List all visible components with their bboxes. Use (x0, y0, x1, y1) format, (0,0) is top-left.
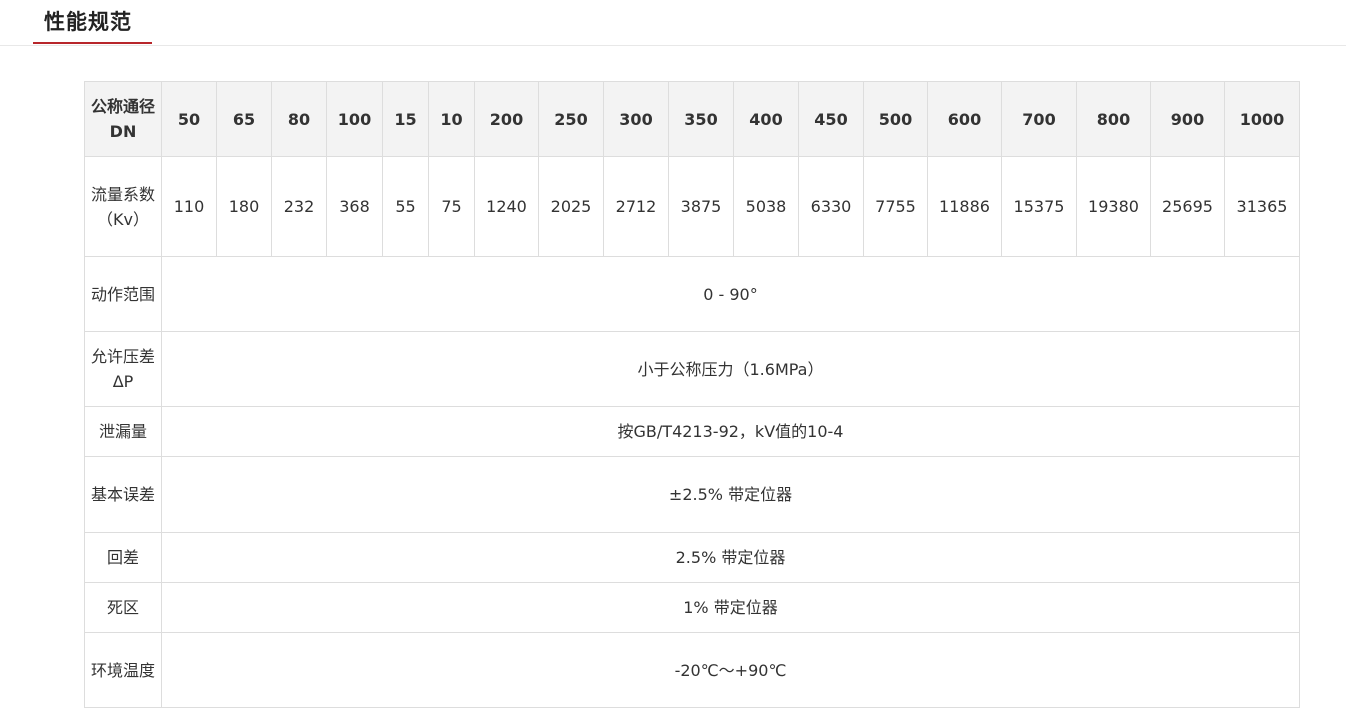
dn-cell: 50 (161, 81, 217, 157)
dn-cell: 10 (428, 81, 475, 157)
ambient-temp-row: 环境温度 -20℃～+90℃ (84, 632, 1300, 708)
dn-cell: 100 (326, 81, 383, 157)
section-title: 性能规范 (44, 10, 132, 34)
hysteresis-label: 回差 (84, 532, 162, 583)
leakage-label: 泄漏量 (84, 406, 162, 457)
title-underline (33, 42, 152, 44)
kv-cell: 75 (428, 156, 475, 257)
hysteresis-row: 回差 2.5% 带定位器 (84, 532, 1300, 583)
dn-cell: 500 (863, 81, 928, 157)
kv-cell: 2025 (538, 156, 604, 257)
basic-error-label: 基本误差 (84, 456, 162, 533)
kv-cell: 110 (161, 156, 217, 257)
kv-cell: 7755 (863, 156, 928, 257)
kv-cell: 15375 (1001, 156, 1077, 257)
dn-header-row: 公称通径DN 50 65 80 100 15 10 200 250 300 35… (84, 81, 1300, 157)
dead-zone-value: 1% 带定位器 (161, 582, 1300, 633)
dn-cell: 900 (1150, 81, 1225, 157)
action-range-value: 0 - 90° (161, 256, 1300, 332)
dn-cell: 800 (1076, 81, 1151, 157)
ambient-temp-label: 环境温度 (84, 632, 162, 708)
kv-cell: 6330 (798, 156, 864, 257)
kv-cell: 5038 (733, 156, 799, 257)
kv-cell: 368 (326, 156, 383, 257)
hysteresis-value: 2.5% 带定位器 (161, 532, 1300, 583)
dn-cell: 300 (603, 81, 669, 157)
kv-cell: 1240 (474, 156, 539, 257)
basic-error-value: ±2.5% 带定位器 (161, 456, 1300, 533)
dn-cell: 200 (474, 81, 539, 157)
dn-label: 公称通径DN (84, 81, 162, 157)
dead-zone-label: 死区 (84, 582, 162, 633)
action-range-row: 动作范围 0 - 90° (84, 256, 1300, 332)
section-header: 性能规范 (0, 0, 1346, 46)
dn-cell: 250 (538, 81, 604, 157)
dn-cell: 450 (798, 81, 864, 157)
kv-row: 流量系数（Kv） 110 180 232 368 55 75 1240 2025… (84, 156, 1300, 257)
allowed-pressure-value: 小于公称压力（1.6MPa） (161, 331, 1300, 407)
kv-cell: 180 (216, 156, 272, 257)
dead-zone-row: 死区 1% 带定位器 (84, 582, 1300, 633)
allowed-pressure-row: 允许压差ΔP 小于公称压力（1.6MPa） (84, 331, 1300, 407)
kv-label: 流量系数（Kv） (84, 156, 162, 257)
action-range-label: 动作范围 (84, 256, 162, 332)
dn-cell: 65 (216, 81, 272, 157)
performance-spec-page: 性能规范 公称通径DN 50 65 80 100 15 10 200 250 3… (0, 0, 1346, 717)
dn-cell: 400 (733, 81, 799, 157)
dn-cell: 600 (927, 81, 1002, 157)
dn-cell: 350 (668, 81, 734, 157)
dn-cell: 1000 (1224, 81, 1300, 157)
spec-table: 公称通径DN 50 65 80 100 15 10 200 250 300 35… (84, 81, 1300, 708)
basic-error-row: 基本误差 ±2.5% 带定位器 (84, 456, 1300, 533)
kv-cell: 11886 (927, 156, 1002, 257)
dn-cell: 700 (1001, 81, 1077, 157)
kv-cell: 31365 (1224, 156, 1300, 257)
ambient-temp-value: -20℃～+90℃ (161, 632, 1300, 708)
kv-cell: 25695 (1150, 156, 1225, 257)
allowed-pressure-label: 允许压差ΔP (84, 331, 162, 407)
kv-cell: 2712 (603, 156, 669, 257)
kv-cell: 3875 (668, 156, 734, 257)
kv-cell: 55 (382, 156, 429, 257)
kv-cell: 232 (271, 156, 327, 257)
leakage-value: 按GB/T4213-92，kV值的10-4 (161, 406, 1300, 457)
leakage-row: 泄漏量 按GB/T4213-92，kV值的10-4 (84, 406, 1300, 457)
dn-cell: 15 (382, 81, 429, 157)
dn-cell: 80 (271, 81, 327, 157)
kv-cell: 19380 (1076, 156, 1151, 257)
